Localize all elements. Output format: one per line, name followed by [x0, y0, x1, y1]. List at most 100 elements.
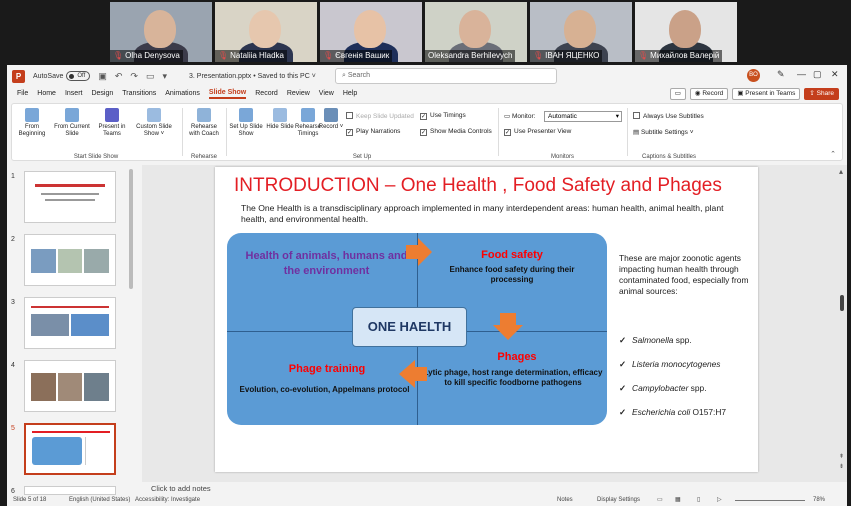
language-status[interactable]: English (United States): [69, 495, 130, 506]
participant-tile[interactable]: 🎙 Михайлов Валерій: [635, 2, 737, 62]
search-box[interactable]: ⌕ Search: [335, 68, 557, 84]
zoom-level[interactable]: 78%: [813, 495, 825, 506]
one-health-diagram[interactable]: Health of animals, humans and the enviro…: [227, 233, 607, 425]
menu-file[interactable]: File: [17, 90, 28, 98]
hide-slide-icon: [273, 108, 287, 122]
participant-name-text: Oleksandra Berhilevych: [428, 51, 513, 60]
thumbnail-scrollbar[interactable]: [129, 169, 133, 289]
display-settings-button[interactable]: Display Settings: [597, 495, 640, 506]
prev-slide-icon[interactable]: ⇞: [839, 453, 844, 460]
show-media-controls-checkbox[interactable]: ✓ Show Media Controls: [420, 128, 492, 136]
subtitle-settings-button[interactable]: ▤ Subtitle Settings ˅: [633, 128, 694, 136]
present-icon[interactable]: ▭: [146, 71, 155, 82]
notes-pane[interactable]: Click to add notes: [142, 482, 847, 495]
menu-slide-show[interactable]: Slide Show: [208, 89, 247, 99]
always-use-subtitles-checkbox[interactable]: Always Use Subtitles: [633, 112, 704, 120]
custom-show-label: Custom Slide Show ˅: [136, 124, 172, 137]
always-subtitles-label: Always Use Subtitles: [643, 113, 704, 120]
menu-insert[interactable]: Insert: [65, 90, 83, 98]
rehearse-coach-label: Rehearse with Coach: [189, 124, 219, 137]
menu-review[interactable]: Review: [287, 90, 310, 98]
document-title[interactable]: 3. Presentation.pptx • Saved to this PC …: [189, 73, 316, 80]
collapse-ribbon-icon[interactable]: ⌃: [830, 150, 836, 158]
menu-transitions[interactable]: Transitions: [122, 90, 156, 98]
from-beginning-button[interactable]: From Beginning: [14, 108, 50, 138]
slide-intro-text[interactable]: The One Health is a transdisciplinary ap…: [241, 203, 751, 225]
redo-icon[interactable]: ↷: [130, 71, 138, 82]
slide-title[interactable]: INTRODUCTION – One Health , Food Safety …: [234, 175, 722, 197]
record-button[interactable]: ◉ Record: [689, 88, 729, 100]
slide-thumbnail[interactable]: [24, 486, 116, 495]
participant-tile[interactable]: Oleksandra Berhilevych: [425, 2, 527, 62]
zoonotic-agents-text[interactable]: These are major zoonotic agents impactin…: [619, 253, 749, 297]
next-slide-icon[interactable]: ⇟: [839, 463, 844, 470]
notes-toggle[interactable]: Notes: [557, 495, 573, 506]
participant-tile[interactable]: 🎙 ІВАН ЯЦЕНКО: [530, 2, 632, 62]
comments-button[interactable]: ▭: [669, 88, 686, 100]
participant-face: [459, 10, 491, 48]
record-ribbon-button[interactable]: Record ˅: [316, 108, 346, 131]
maximize-icon[interactable]: ▢: [813, 69, 822, 80]
pathogen-name: Escherichia coli: [632, 407, 691, 417]
current-slide[interactable]: INTRODUCTION – One Health , Food Safety …: [215, 167, 758, 472]
share-button[interactable]: ⇪ Share: [804, 88, 839, 100]
menu-design[interactable]: Design: [91, 90, 113, 98]
user-avatar[interactable]: BO: [747, 69, 760, 82]
undo-icon[interactable]: ↶: [115, 71, 123, 82]
record-icon: [324, 108, 338, 122]
coach-icon: [197, 108, 211, 122]
menu-help[interactable]: Help: [343, 90, 357, 98]
from-current-button[interactable]: From Current Slide: [54, 108, 90, 138]
slide-thumbnail[interactable]: [24, 297, 116, 349]
slideshow-current-icon: [65, 108, 79, 122]
pathogen-list[interactable]: ✓ Salmonella spp. ✓ Listeria monocytogenes ✓…: [619, 335, 754, 431]
present-in-teams-ribbon-button[interactable]: Present in Teams: [94, 108, 130, 138]
accessibility-status[interactable]: Accessibility: Investigate: [135, 495, 200, 506]
slide-thumbnail[interactable]: [24, 360, 116, 412]
menu-home[interactable]: Home: [37, 90, 56, 98]
use-timings-checkbox[interactable]: ✓ Use Timings: [420, 112, 466, 120]
custom-slide-show-button[interactable]: Custom Slide Show ˅: [132, 108, 176, 138]
slide-thumbnail[interactable]: [24, 423, 116, 475]
slide-thumbnail[interactable]: [24, 234, 116, 286]
group-captions: Always Use Subtitles ▤ Subtitle Settings…: [629, 106, 709, 160]
save-icon[interactable]: ▣: [98, 71, 107, 82]
participant-name-text: ІВАН ЯЦЕНКО: [545, 51, 600, 60]
quadrant-phage-training-body: Evolution, co-evolution, Appelmans proto…: [239, 385, 410, 394]
participant-name-text: Михайлов Валерій: [650, 51, 720, 60]
checkbox-box: ✓: [420, 113, 427, 120]
autosave-toggle[interactable]: Off: [66, 71, 91, 81]
participant-strip: 🎙 Olha Denysova 🎙 Nataliia Hladka 🎙 Євгенія В…: [110, 2, 740, 62]
teams-icon: [105, 108, 119, 122]
normal-view-icon[interactable]: ▭: [657, 495, 663, 506]
zoom-slider[interactable]: [735, 500, 805, 501]
set-up-slide-show-button[interactable]: Set Up Slide Show: [228, 108, 264, 138]
thumbnail-number: 3: [11, 299, 15, 306]
slide-thumbnail[interactable]: [24, 171, 116, 223]
participant-tile[interactable]: 🎙 Nataliia Hladka: [215, 2, 317, 62]
customize-toolbar-icon[interactable]: ▾: [162, 71, 167, 82]
use-presenter-view-checkbox[interactable]: ✓ Use Presenter View: [504, 128, 571, 136]
participant-tile[interactable]: 🎙 Євгенія Вашик: [320, 2, 422, 62]
menu-animations[interactable]: Animations: [165, 90, 200, 98]
slide-sorter-icon[interactable]: ▦: [675, 495, 681, 506]
scroll-up-icon[interactable]: ▴: [839, 167, 843, 176]
setup-show-icon: [239, 108, 253, 122]
pathogen-list-item: ✓ Campylobacter spp.: [619, 383, 754, 407]
slide-scrollbar[interactable]: [840, 295, 844, 311]
monitor-select[interactable]: Automatic ▾: [544, 111, 622, 122]
close-icon[interactable]: ✕: [831, 69, 839, 80]
menu-record[interactable]: Record: [255, 90, 278, 98]
present-in-teams-button[interactable]: ▣ Present in Teams: [732, 88, 801, 100]
slideshow-start-icon: [25, 108, 39, 122]
rehearse-with-coach-button[interactable]: Rehearse with Coach: [186, 108, 222, 138]
reading-view-icon[interactable]: ▯: [697, 495, 700, 506]
participant-tile[interactable]: 🎙 Olha Denysova: [110, 2, 212, 62]
minimize-icon[interactable]: —: [797, 69, 806, 79]
slideshow-view-icon[interactable]: ▷: [717, 495, 722, 506]
ribbon-display-icon[interactable]: ✎: [777, 69, 785, 80]
pathogen-suffix: spp.: [673, 335, 692, 345]
menu-view[interactable]: View: [319, 90, 334, 98]
arrow-down-icon: [493, 313, 523, 340]
play-narrations-checkbox[interactable]: ✓ Play Narrations: [346, 128, 400, 136]
